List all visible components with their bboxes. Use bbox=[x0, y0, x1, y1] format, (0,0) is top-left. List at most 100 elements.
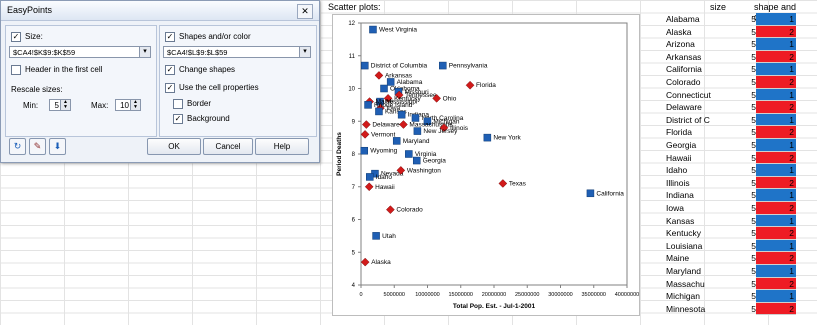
state-cell[interactable]: Alabama bbox=[666, 13, 724, 26]
shape-cell[interactable]: 2 bbox=[756, 25, 796, 39]
size-cell[interactable]: 5 bbox=[724, 240, 756, 253]
shapes-checkbox[interactable]: ✓ bbox=[165, 32, 175, 42]
state-cell[interactable]: Idaho bbox=[666, 164, 724, 177]
shapes-range-picker-icon[interactable]: ▾ bbox=[299, 47, 310, 57]
table-row[interactable]: Illinois 5 2 bbox=[666, 176, 796, 190]
state-cell[interactable]: Illinois bbox=[666, 177, 724, 190]
shape-cell[interactable]: 1 bbox=[756, 63, 796, 76]
state-cell[interactable]: Florida bbox=[666, 126, 724, 139]
min-spinner[interactable]: 5 ▲ ▼ bbox=[49, 99, 71, 111]
use-cell-checkbox[interactable]: ✓ bbox=[165, 83, 175, 93]
table-row[interactable]: Iowa 5 2 bbox=[666, 202, 796, 215]
table-row[interactable]: Kansas 5 1 bbox=[666, 214, 796, 228]
spinner-arrows-icon[interactable]: ▲ ▼ bbox=[60, 100, 70, 110]
table-row[interactable]: Indiana 5 1 bbox=[666, 189, 796, 202]
size-range-field[interactable]: $CA4!$K$9:$K$59 ▾ bbox=[9, 46, 151, 58]
shape-cell[interactable]: 2 bbox=[756, 101, 796, 114]
cancel-button[interactable]: Cancel bbox=[203, 138, 253, 155]
table-row[interactable]: California 5 1 bbox=[666, 63, 796, 76]
size-cell[interactable]: 5 bbox=[724, 38, 756, 51]
size-cell[interactable]: 5 bbox=[724, 26, 756, 39]
size-cell[interactable]: 5 bbox=[724, 126, 756, 139]
size-cell[interactable]: 5 bbox=[724, 139, 756, 152]
spinner-arrows-icon[interactable]: ▲ ▼ bbox=[130, 100, 140, 110]
shape-cell[interactable]: 2 bbox=[756, 202, 796, 215]
shape-cell[interactable]: 1 bbox=[756, 139, 796, 152]
download-arrow-icon[interactable]: ⬇ bbox=[49, 138, 66, 155]
max-spinner[interactable]: 10 ▲ ▼ bbox=[115, 99, 141, 111]
shape-cell[interactable]: 2 bbox=[756, 76, 796, 89]
shapes-range-field[interactable]: $CA4!$L$9:$L$59 ▾ bbox=[163, 46, 311, 58]
state-cell[interactable]: Iowa bbox=[666, 202, 724, 215]
shape-cell[interactable]: 1 bbox=[756, 38, 796, 51]
table-row[interactable]: Minnesota 5 2 bbox=[666, 302, 796, 316]
shape-cell[interactable]: 1 bbox=[756, 290, 796, 303]
shape-cell[interactable]: 2 bbox=[756, 126, 796, 139]
size-cell[interactable]: 5 bbox=[724, 227, 756, 240]
table-row[interactable]: Louisiana 5 1 bbox=[666, 239, 796, 253]
state-cell[interactable]: Arizona bbox=[666, 38, 724, 51]
shape-cell[interactable]: 2 bbox=[756, 302, 796, 316]
size-cell[interactable]: 5 bbox=[724, 164, 756, 177]
table-row[interactable]: Delaware 5 2 bbox=[666, 101, 796, 114]
shape-cell[interactable]: 2 bbox=[756, 227, 796, 240]
shape-cell[interactable]: 1 bbox=[756, 214, 796, 228]
table-row[interactable]: Maine 5 2 bbox=[666, 252, 796, 265]
change-shapes-checkbox[interactable]: ✓ bbox=[165, 65, 175, 75]
state-cell[interactable]: Maryland bbox=[666, 265, 724, 278]
shape-cell[interactable]: 1 bbox=[756, 265, 796, 278]
table-row[interactable]: Kentucky 5 2 bbox=[666, 227, 796, 240]
table-row[interactable]: Idaho 5 1 bbox=[666, 164, 796, 177]
table-row[interactable]: Florida 5 2 bbox=[666, 126, 796, 139]
scatter-chart[interactable]: 0 5000000 10000000 15000000 20000000 25000000… bbox=[332, 14, 640, 316]
shape-cell[interactable]: 1 bbox=[756, 239, 796, 253]
close-icon[interactable]: ✕ bbox=[297, 4, 313, 19]
size-cell[interactable]: 5 bbox=[724, 303, 756, 316]
state-cell[interactable]: Connecticut bbox=[666, 89, 724, 102]
table-row[interactable]: Hawaii 5 2 bbox=[666, 151, 796, 165]
table-row[interactable]: Massachu 5 2 bbox=[666, 277, 796, 291]
size-cell[interactable]: 5 bbox=[724, 215, 756, 228]
shape-cell[interactable]: 1 bbox=[756, 189, 796, 202]
size-cell[interactable]: 5 bbox=[724, 76, 756, 89]
shape-cell[interactable]: 2 bbox=[756, 151, 796, 165]
state-cell[interactable]: California bbox=[666, 63, 724, 76]
shape-cell[interactable]: 2 bbox=[756, 50, 796, 64]
state-cell[interactable]: Kentucky bbox=[666, 227, 724, 240]
size-range-picker-icon[interactable]: ▾ bbox=[139, 47, 150, 57]
state-cell[interactable]: Louisiana bbox=[666, 240, 724, 253]
table-row[interactable]: Georgia 5 1 bbox=[666, 139, 796, 152]
size-checkbox[interactable]: ✓ bbox=[11, 32, 21, 42]
table-row[interactable]: Alaska 5 2 bbox=[666, 25, 796, 39]
state-cell[interactable]: Massachu bbox=[666, 278, 724, 291]
table-row[interactable]: Alabama 5 1 bbox=[666, 13, 796, 26]
shape-cell[interactable]: 1 bbox=[756, 88, 796, 102]
refresh-icon[interactable]: ↻ bbox=[9, 138, 26, 155]
state-cell[interactable]: Alaska bbox=[666, 26, 724, 39]
size-cell[interactable]: 5 bbox=[724, 13, 756, 26]
shape-cell[interactable]: 1 bbox=[756, 13, 796, 26]
state-cell[interactable]: Hawaii bbox=[666, 152, 724, 165]
border-checkbox[interactable] bbox=[173, 99, 183, 109]
size-cell[interactable]: 5 bbox=[724, 152, 756, 165]
table-row[interactable]: Michigan 5 1 bbox=[666, 290, 796, 303]
state-cell[interactable]: Indiana bbox=[666, 189, 724, 202]
size-cell[interactable]: 5 bbox=[724, 252, 756, 265]
shape-cell[interactable]: 2 bbox=[756, 252, 796, 265]
size-cell[interactable]: 5 bbox=[724, 189, 756, 202]
size-cell[interactable]: 5 bbox=[724, 290, 756, 303]
size-cell[interactable]: 5 bbox=[724, 51, 756, 64]
state-cell[interactable]: District of C bbox=[666, 114, 724, 127]
state-cell[interactable]: Arkansas bbox=[666, 51, 724, 64]
state-cell[interactable]: Kansas bbox=[666, 215, 724, 228]
state-cell[interactable]: Maine bbox=[666, 252, 724, 265]
background-checkbox[interactable]: ✓ bbox=[173, 114, 183, 124]
ok-button[interactable]: OK bbox=[147, 138, 201, 155]
size-cell[interactable]: 5 bbox=[724, 202, 756, 215]
size-cell[interactable]: 5 bbox=[724, 278, 756, 291]
shape-cell[interactable]: 2 bbox=[756, 277, 796, 291]
size-cell[interactable]: 5 bbox=[724, 114, 756, 127]
header-checkbox[interactable] bbox=[11, 65, 21, 75]
table-row[interactable]: District of C51 bbox=[666, 113, 796, 127]
shape-cell[interactable]: 1 bbox=[756, 113, 796, 127]
